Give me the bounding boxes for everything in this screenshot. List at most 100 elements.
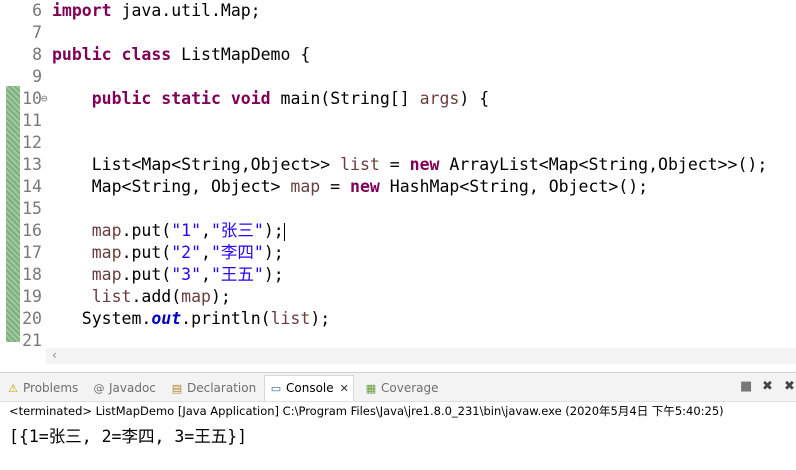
- tab-console[interactable]: ▭ Console ✕: [264, 375, 354, 401]
- code-token: static: [161, 89, 221, 108]
- line-number: 21: [22, 331, 42, 346]
- code-line[interactable]: 18 map.put("3","王五");: [0, 264, 796, 286]
- code-token: =: [379, 155, 410, 174]
- code-line[interactable]: 13 List<Map<String,Object>> list = new A…: [0, 154, 796, 176]
- line-number: 10: [22, 89, 42, 108]
- console-icon: ▭: [270, 382, 282, 395]
- scroll-left-icon[interactable]: ‹: [52, 348, 57, 362]
- code-token: .put(: [121, 221, 172, 240]
- code-token: import: [52, 1, 112, 20]
- code-line[interactable]: 20 System.out.println(list);: [0, 308, 796, 330]
- code-token: java.util.Map;: [111, 1, 261, 20]
- code-token: );: [210, 287, 231, 306]
- code-editor[interactable]: 6 import java.util.Map; 7 8 public class Lis…: [0, 0, 796, 346]
- code-token: list: [91, 287, 132, 306]
- code-token: .println(: [181, 309, 271, 328]
- code-token: );: [263, 265, 284, 284]
- code-token: list: [340, 155, 380, 174]
- tab-problems[interactable]: ⚠ Problems: [6, 378, 78, 398]
- tab-coverage[interactable]: ▦ Coverage: [364, 378, 439, 398]
- code-token: HashMap<String, Object>();: [379, 177, 649, 196]
- line-number: 18: [22, 265, 42, 284]
- tab-declaration[interactable]: ▤ Declaration: [170, 378, 256, 398]
- code-token: map: [181, 287, 211, 306]
- code-text: Map<String, Object> map = new HashMap<St…: [52, 176, 648, 198]
- code-line[interactable]: 15: [0, 198, 796, 220]
- code-text: List<Map<String,Object>> list = new Arra…: [52, 154, 768, 176]
- line-number: 14: [22, 177, 42, 196]
- code-token: "王五": [210, 265, 264, 284]
- code-line[interactable]: 6 import java.util.Map;: [0, 0, 796, 22]
- code-token: =: [320, 177, 351, 196]
- remove-launch-icon[interactable]: ✖: [762, 379, 773, 394]
- code-text: public class ListMapDemo {: [52, 44, 310, 66]
- line-number: 8: [32, 45, 42, 64]
- code-token: main(String[]: [270, 89, 420, 108]
- tab-coverage-label: Coverage: [381, 381, 439, 395]
- javadoc-icon: @: [93, 382, 105, 395]
- code-text: import java.util.Map;: [52, 0, 261, 22]
- close-icon[interactable]: ✕: [340, 382, 349, 395]
- console-status: <terminated> ListMapDemo [Java Applicati…: [9, 404, 724, 418]
- code-line[interactable]: 14 Map<String, Object> map = new HashMap…: [0, 176, 796, 198]
- code-line[interactable]: 12: [0, 132, 796, 154]
- code-token: new: [350, 177, 380, 196]
- remove-all-launches-icon[interactable]: ✖: [784, 379, 795, 394]
- code-line[interactable]: 10 ⊖ public static void main(String[] arg…: [0, 88, 796, 110]
- code-token: map: [91, 243, 122, 262]
- panel-tab-bar: ⚠ Problems @ Javadoc ▤ Declaration ▭ Console…: [0, 373, 796, 402]
- code-line[interactable]: 16 map.put("1","张三");: [0, 220, 796, 242]
- console-output[interactable]: [{1=张三, 2=李四, 3=王五}]: [9, 423, 247, 447]
- code-token: out: [151, 309, 182, 328]
- tab-declaration-label: Declaration: [187, 381, 257, 395]
- code-line[interactable]: 17 map.put("2","李四");: [0, 242, 796, 264]
- code-token: System.: [52, 309, 152, 328]
- code-line[interactable]: 7: [0, 22, 796, 44]
- code-line[interactable]: 9: [0, 66, 796, 88]
- code-token: "张三": [210, 221, 264, 240]
- line-number: 17: [22, 243, 42, 262]
- code-token: ,: [201, 243, 211, 262]
- code-token: );: [310, 309, 331, 328]
- code-token: class: [121, 45, 172, 64]
- code-token: "李四": [210, 243, 264, 262]
- code-token: Map<String, Object>: [52, 177, 291, 196]
- terminate-icon[interactable]: ■: [740, 379, 752, 394]
- code-token: "1": [171, 221, 202, 240]
- problems-icon: ⚠: [8, 382, 18, 395]
- code-token: ) {: [459, 89, 490, 108]
- code-token: "3": [171, 265, 202, 284]
- code-line[interactable]: 8 public class ListMapDemo {: [0, 44, 796, 66]
- code-line[interactable]: 19 list.add(map);: [0, 286, 796, 308]
- code-token: .add(: [131, 287, 182, 306]
- tab-console-label: Console: [286, 381, 334, 395]
- code-token: );: [263, 243, 284, 262]
- code-token: new: [409, 155, 440, 174]
- code-line[interactable]: 21: [0, 330, 796, 346]
- code-token: map: [91, 221, 122, 240]
- coverage-icon: ▦: [365, 382, 377, 395]
- fold-toggle-icon[interactable]: ⊖: [41, 88, 48, 110]
- code-token: ,: [201, 265, 211, 284]
- tab-javadoc[interactable]: @ Javadoc: [92, 378, 156, 398]
- line-number: 7: [32, 23, 42, 42]
- code-token: ArrayList<Map<String,Object>>();: [439, 155, 768, 174]
- console-panel: ⚠ Problems @ Javadoc ▤ Declaration ▭ Console…: [0, 372, 796, 470]
- horizontal-scrollbar[interactable]: ‹: [46, 348, 796, 364]
- code-token: "2": [171, 243, 202, 262]
- line-number: 20: [22, 309, 42, 328]
- code-token: list: [270, 309, 311, 328]
- code-token: List<Map<String,Object>>: [52, 155, 341, 174]
- code-text: public static void main(String[] args) {: [52, 88, 489, 110]
- code-token: args: [419, 89, 460, 108]
- code-token: .put(: [121, 243, 172, 262]
- line-number: 9: [32, 67, 42, 86]
- code-line[interactable]: 11: [0, 110, 796, 132]
- line-number: 12: [22, 133, 42, 152]
- code-text: map.put("1","张三");: [52, 220, 285, 242]
